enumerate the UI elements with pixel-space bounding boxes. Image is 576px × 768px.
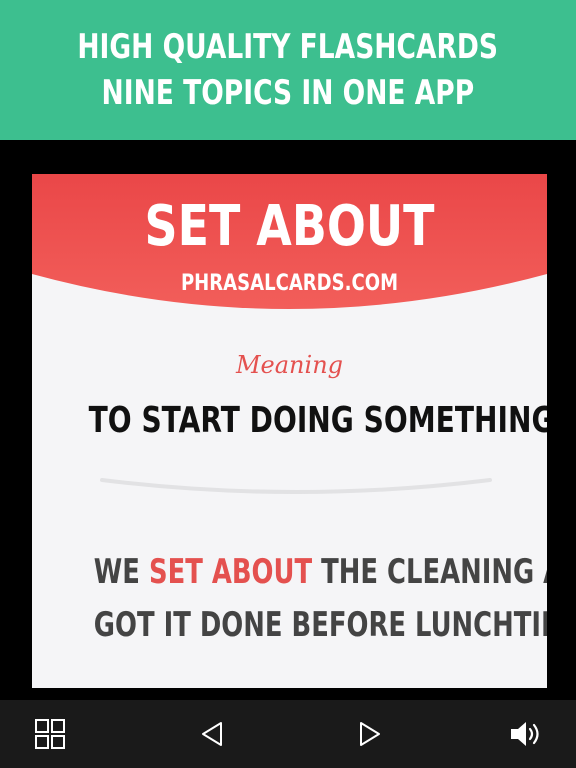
example-highlight: SET ABOUT bbox=[148, 552, 313, 592]
meaning-text: TO START DOING SOMETHING bbox=[88, 400, 547, 441]
grid-icon bbox=[35, 719, 65, 749]
promo-line-2: NINE TOPICS IN ONE APP bbox=[101, 73, 475, 113]
divider bbox=[100, 478, 492, 494]
flashcard[interactable]: SET ABOUT PHRASALCARDS.COM Meaning TO ST… bbox=[32, 174, 547, 688]
previous-icon bbox=[202, 722, 222, 746]
promo-line-1: HIGH QUALITY FLASHCARDS bbox=[77, 27, 499, 67]
sound-button[interactable] bbox=[504, 714, 548, 754]
next-button[interactable] bbox=[348, 714, 392, 754]
previous-button[interactable] bbox=[190, 714, 234, 754]
example-after: THE CLEANING AND bbox=[321, 552, 547, 592]
next-icon bbox=[360, 722, 380, 746]
meaning-label: Meaning bbox=[235, 351, 344, 379]
phrasal-verb-title: SET ABOUT bbox=[144, 194, 435, 259]
bottom-toolbar bbox=[0, 700, 576, 768]
grid-button[interactable] bbox=[28, 714, 72, 754]
promo-banner: HIGH QUALITY FLASHCARDS NINE TOPICS IN O… bbox=[0, 0, 576, 140]
example-line-2: GOT IT DONE BEFORE LUNCHTIME bbox=[93, 605, 547, 645]
example-before: WE bbox=[93, 552, 149, 592]
site-label: PHRASALCARDS.COM bbox=[180, 271, 399, 296]
example-sentence: WE SET ABOUT THE CLEANING AND GOT IT DON… bbox=[32, 546, 547, 652]
example-line-1: WE SET ABOUT THE CLEANING AND bbox=[93, 546, 547, 599]
speaker-icon bbox=[511, 722, 539, 746]
